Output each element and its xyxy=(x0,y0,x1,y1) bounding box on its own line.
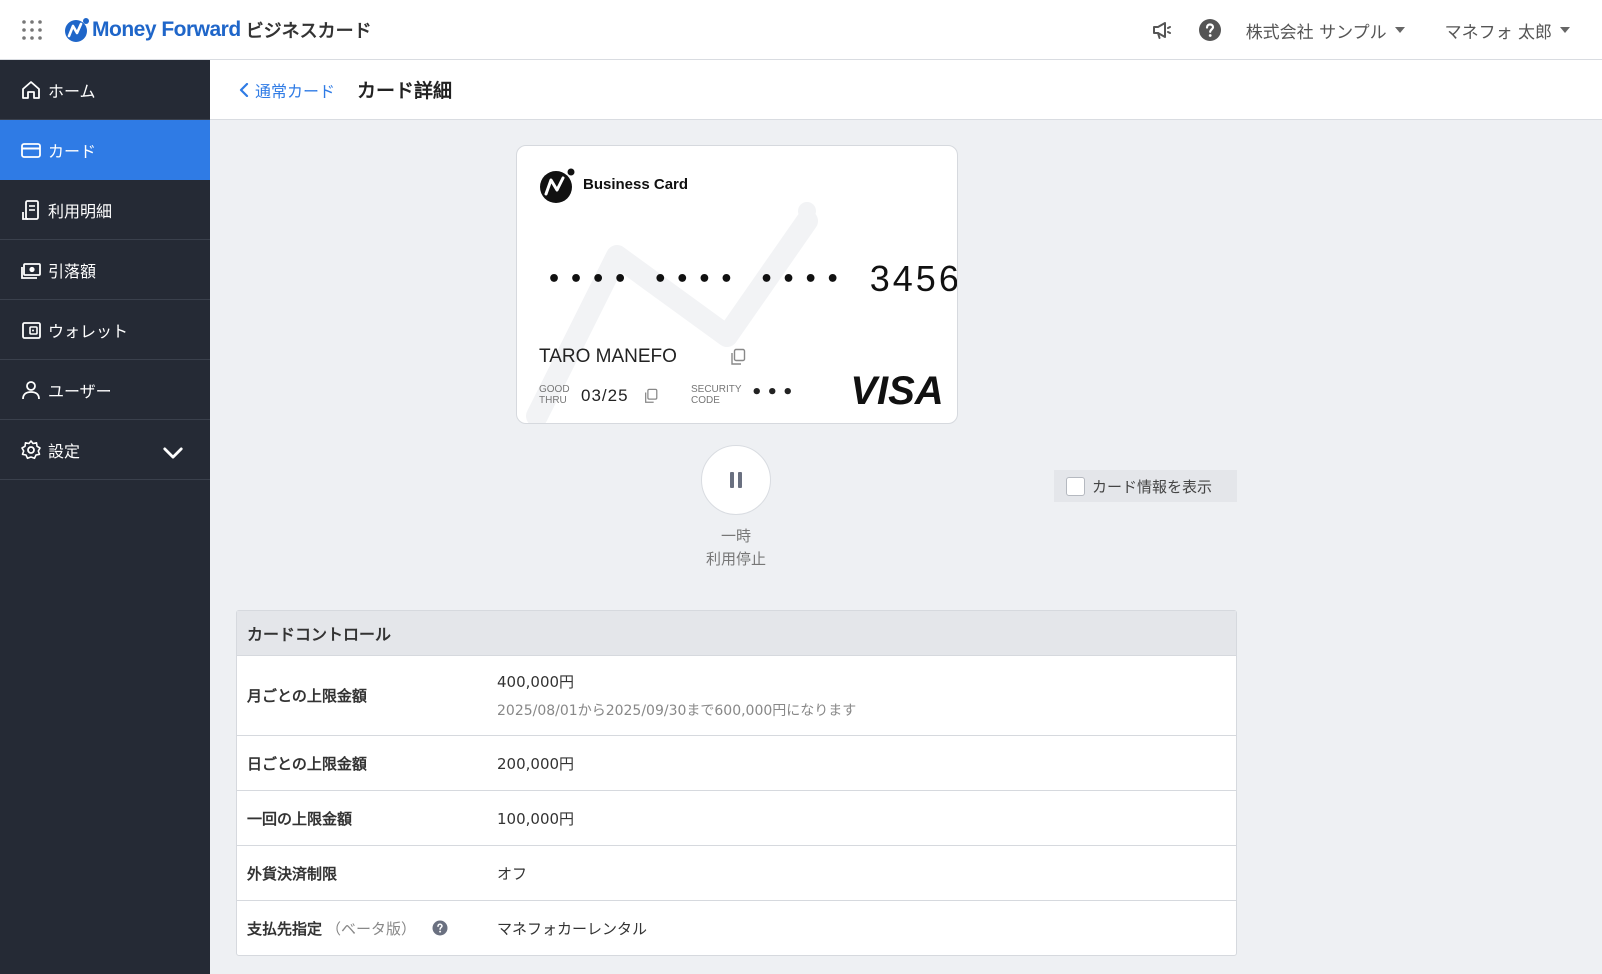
sidebar-item-statement[interactable]: 利用明細 xyxy=(0,180,210,240)
sidebar-item-label: 引落額 xyxy=(48,261,97,281)
home-icon xyxy=(22,80,40,99)
app-grid-icon[interactable] xyxy=(22,20,42,40)
sidebar-item-withdrawal[interactable]: 引落額 xyxy=(0,240,210,300)
chevron-down-icon[interactable] xyxy=(162,442,184,464)
table-row: 月ごとの上限金額 400,000円 2025/08/01から2025/09/30… xyxy=(237,656,1236,736)
sidebar-item-label: ユーザー xyxy=(48,381,112,401)
daily-limit-label: 日ごとの上限金額 xyxy=(247,754,367,773)
logo-subtitle: ビジネスカード xyxy=(245,21,372,42)
sidebar: ホーム カード 利用明細 引落額 ウォレット ユーザー 設定 xyxy=(0,60,210,974)
header-actions: 株式会社 サンプル マネフォ 太郎 xyxy=(1150,0,1602,60)
svg-text:VISA: VISA xyxy=(850,370,943,410)
user-icon xyxy=(22,380,40,399)
back-link[interactable]: 通常カード xyxy=(238,78,335,102)
card-last4: 3456 xyxy=(869,258,958,299)
user-name: マネフォ 太郎 xyxy=(1444,22,1552,43)
sidebar-item-home[interactable]: ホーム xyxy=(0,60,210,120)
help-icon[interactable] xyxy=(432,920,448,936)
chevron-left-icon xyxy=(239,82,249,97)
user-dropdown[interactable]: マネフォ 太郎 xyxy=(1445,18,1570,43)
caret-down-icon xyxy=(1394,27,1405,33)
single-limit-label: 一回の上限金額 xyxy=(247,809,353,828)
card-brand: Business Card xyxy=(583,176,689,193)
pause-card-button[interactable] xyxy=(701,445,771,515)
sidebar-item-label: ホーム xyxy=(48,81,96,101)
beta-badge: （ベータ版） xyxy=(326,919,417,938)
sidebar-item-wallet[interactable]: ウォレット xyxy=(0,300,210,360)
security-code-label: SECURITY CODE xyxy=(691,384,742,406)
foreign-payment-value: オフ xyxy=(497,864,528,883)
logo-text: Money Forward xyxy=(92,18,241,41)
gear-icon xyxy=(21,439,41,459)
page-title: カード詳細 xyxy=(357,80,453,102)
sidebar-item-settings[interactable]: 設定 xyxy=(0,420,210,480)
company-name: 株式会社 サンプル xyxy=(1245,22,1387,43)
card-expiry: 03/25 xyxy=(581,386,629,405)
merchant-restriction-value: マネフォカーレンタル xyxy=(497,919,648,938)
back-link-label: 通常カード xyxy=(255,81,336,101)
show-card-info-label: カード情報を表示 xyxy=(1092,477,1213,496)
money-forward-logo-icon xyxy=(65,18,89,42)
pause-icon xyxy=(730,472,742,488)
monthly-limit-note: 2025/08/01から2025/09/30まで600,000円になります xyxy=(497,703,857,719)
logo[interactable]: Money Forward ビジネスカード xyxy=(64,16,372,44)
pause-card-label: 一時 利用停止 xyxy=(705,527,766,568)
card-control-title: カードコントロール xyxy=(237,611,1236,656)
merchant-restriction-label: 支払先指定 （ベータ版） xyxy=(247,918,497,939)
sidebar-item-label: 利用明細 xyxy=(48,201,113,221)
monthly-limit-value: 400,000円 xyxy=(497,673,575,691)
card-number: •••• •••• •••• 3456 xyxy=(547,258,957,300)
masked-group: •••• xyxy=(547,266,636,292)
breadcrumb: 通常カード カード詳細 xyxy=(210,60,1602,120)
copy-icon[interactable] xyxy=(729,348,747,366)
sidebar-item-label: 設定 xyxy=(48,441,81,461)
card-control-panel: カードコントロール 月ごとの上限金額 400,000円 2025/08/01から… xyxy=(236,610,1237,956)
money-icon xyxy=(21,262,41,279)
visa-logo-icon: VISA xyxy=(850,370,943,410)
sidebar-item-label: ウォレット xyxy=(48,321,129,341)
top-header: Money Forward ビジネスカード 株式会社 サンプル マネフォ 太郎 xyxy=(0,0,1602,60)
sidebar-item-users[interactable]: ユーザー xyxy=(0,360,210,420)
table-row: 一回の上限金額 100,000円 xyxy=(237,791,1236,846)
statement-icon xyxy=(22,199,39,220)
company-dropdown[interactable]: 株式会社 サンプル xyxy=(1246,18,1405,43)
masked-group: •••• xyxy=(759,266,848,292)
monthly-limit-label: 月ごとの上限金額 xyxy=(247,687,367,705)
megaphone-icon[interactable] xyxy=(1150,18,1174,42)
sidebar-item-label: カード xyxy=(48,141,97,161)
business-card-logo-icon xyxy=(540,168,575,203)
table-row: 日ごとの上限金額 200,000円 xyxy=(237,736,1236,791)
wallet-icon xyxy=(22,321,41,339)
table-row: 外貨決済制限 オフ xyxy=(237,846,1236,901)
single-limit-value: 100,000円 xyxy=(497,809,575,828)
daily-limit-value: 200,000円 xyxy=(497,754,575,773)
show-card-info-toggle[interactable]: カード情報を表示 xyxy=(1054,470,1237,502)
card-image: Business Card •••• •••• •••• 3456 TARO M… xyxy=(516,145,958,424)
security-code: ••• xyxy=(751,382,798,403)
sidebar-item-card[interactable]: カード xyxy=(0,120,210,180)
show-card-info-checkbox[interactable] xyxy=(1066,476,1085,496)
table-row: 支払先指定 （ベータ版） マネフォカーレンタル xyxy=(237,901,1236,955)
card-icon xyxy=(21,142,41,158)
help-icon[interactable] xyxy=(1198,18,1222,42)
foreign-payment-label: 外貨決済制限 xyxy=(247,864,338,883)
monthly-limit-cell: 400,000円 2025/08/01から2025/09/30まで600,000… xyxy=(497,671,856,720)
copy-icon[interactable] xyxy=(643,388,659,404)
card-holder: TARO MANEFO xyxy=(539,346,677,367)
masked-group: •••• xyxy=(653,266,742,292)
caret-down-icon xyxy=(1560,27,1570,33)
